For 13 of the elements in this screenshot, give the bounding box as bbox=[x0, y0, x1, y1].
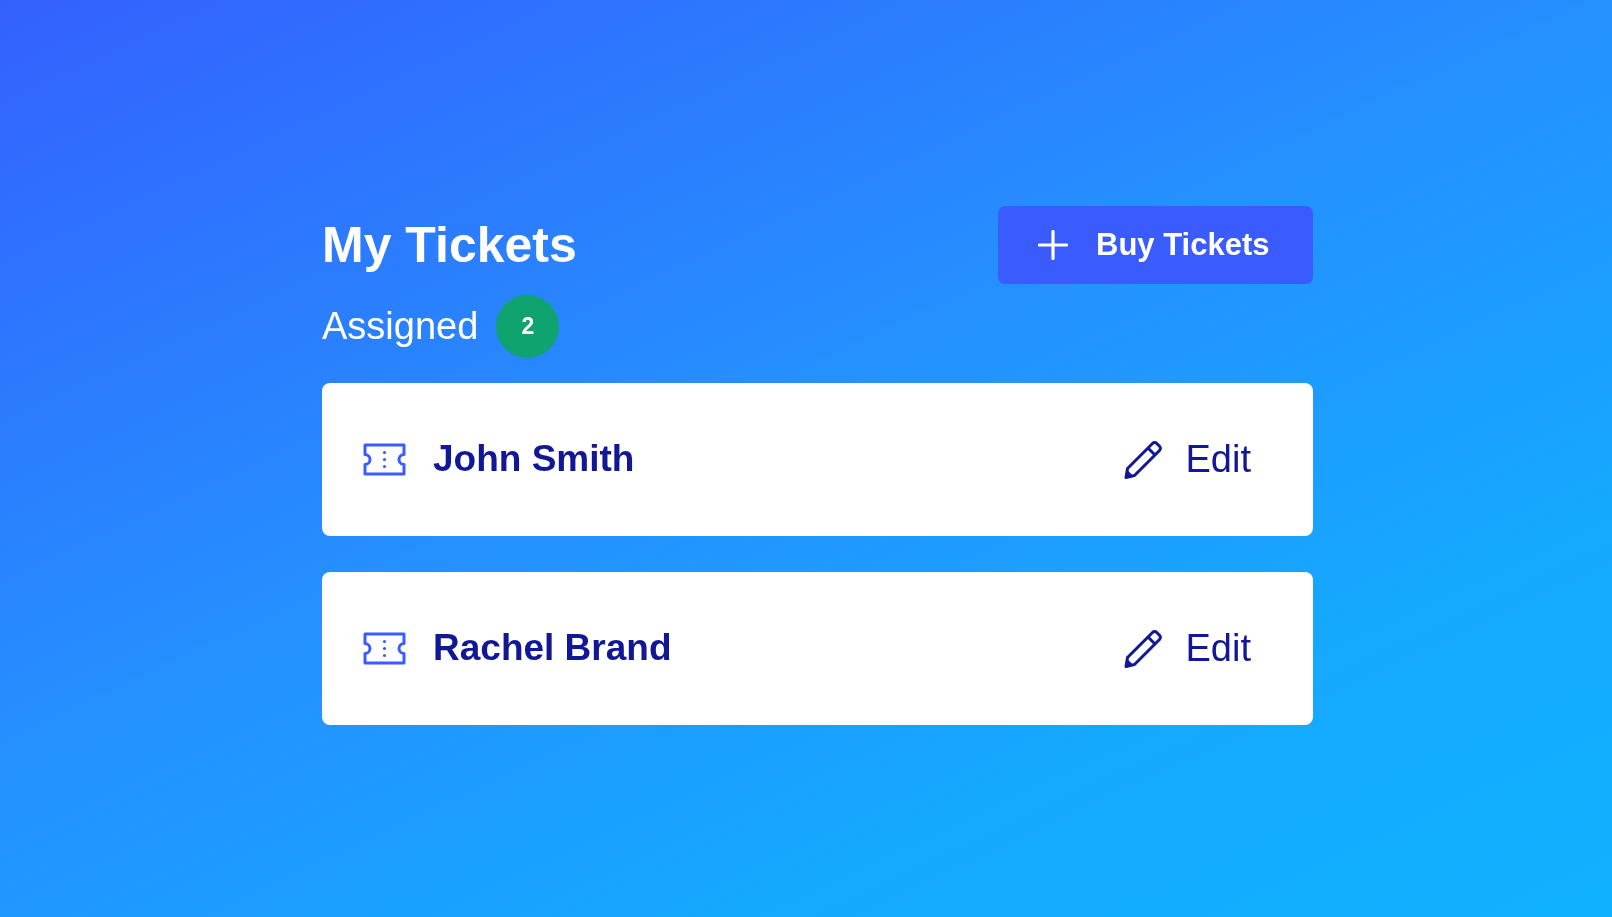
ticket-icon bbox=[363, 632, 406, 665]
page-title: My Tickets bbox=[322, 216, 577, 275]
count-badge: 2 bbox=[496, 295, 560, 358]
edit-button[interactable]: Edit bbox=[1122, 625, 1251, 672]
buy-tickets-button[interactable]: Buy Tickets bbox=[998, 206, 1313, 284]
edit-button[interactable]: Edit bbox=[1122, 436, 1251, 483]
pencil-icon bbox=[1122, 628, 1164, 669]
attendee-name: John Smith bbox=[433, 437, 635, 482]
plus-icon bbox=[1038, 230, 1068, 260]
ticket-icon bbox=[363, 443, 406, 476]
assigned-label: Assigned bbox=[322, 303, 479, 349]
pencil-icon bbox=[1122, 439, 1164, 480]
attendee-name: Rachel Brand bbox=[433, 626, 672, 671]
